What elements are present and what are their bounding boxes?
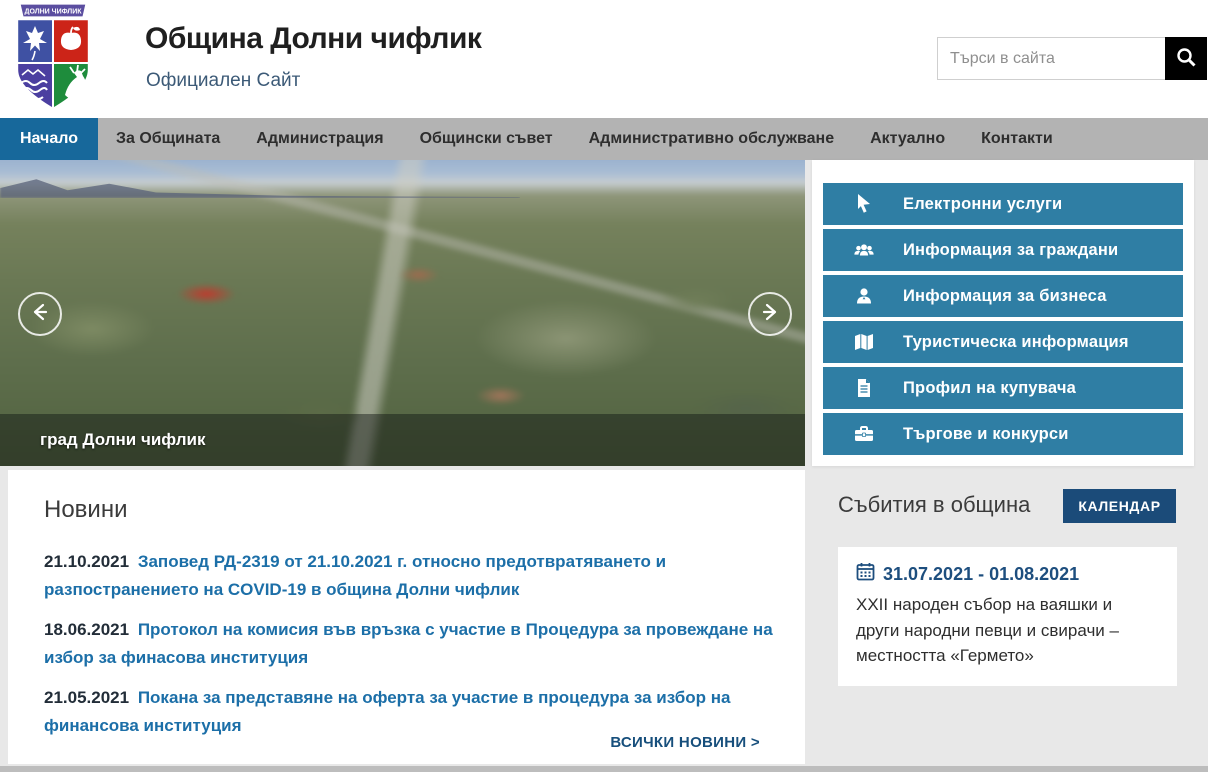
search-icon [1175,46,1197,71]
map-icon [853,331,875,353]
events-title: Събития в община [838,492,1030,518]
briefcase-icon [853,423,875,445]
page-bottom-strip [0,766,1208,772]
slider-next-button[interactable] [748,292,792,336]
news-item: 18.06.2021 Протокол на комисия във връзк… [44,616,774,671]
news-item: 21.10.2021 Заповед РД-2319 от 21.10.2021… [44,548,774,603]
news-date: 21.05.2021 [44,688,129,707]
event-date-row: 31.07.2021 - 01.08.2021 [856,562,1159,586]
search-button[interactable] [1165,37,1207,80]
quick-link-label: Информация за бизнеса [903,287,1107,306]
svg-text:ДОЛНИ ЧИФЛИК: ДОЛНИ ЧИФЛИК [24,9,82,16]
nav-item-administration[interactable]: Администрация [238,118,401,160]
news-date: 18.06.2021 [44,620,129,639]
news-date: 21.10.2021 [44,552,129,571]
header: ДОЛНИ ЧИФЛИК [0,0,1208,118]
main-navigation: Начало За Общината Администрация Общинск… [0,118,1208,160]
calendar-icon [856,562,875,586]
news-item: 21.05.2021 Покана за представяне на офер… [44,684,774,739]
news-section: Новини 21.10.2021 Заповед РД-2319 от 21.… [8,470,805,764]
quick-link-label: Туристическа информация [903,333,1129,352]
quick-link-label: Търгове и конкурси [903,425,1069,444]
event-description: XXII народен събор на ваяшки и други нар… [856,592,1159,669]
quick-link-tourist-info[interactable]: Туристическа информация [823,321,1183,363]
quick-link-buyer-profile[interactable]: Профил на купувача [823,367,1183,409]
document-icon [853,377,875,399]
quick-links-panel: Електронни услуги Информация за граждани… [812,160,1194,466]
page-title: Община Долни чифлик [145,22,481,56]
all-news-link[interactable]: ВСИЧКИ НОВИНИ > [610,734,760,751]
event-card[interactable]: 31.07.2021 - 01.08.2021 XXII народен съб… [838,547,1177,686]
site-search [937,37,1207,80]
nav-item-council[interactable]: Общински съвет [402,118,571,160]
quick-link-tenders[interactable]: Търгове и конкурси [823,413,1183,455]
quick-link-eservices[interactable]: Електронни услуги [823,183,1183,225]
page-subtitle: Официален Сайт [146,70,300,92]
cursor-icon [853,193,875,215]
hero-slider: град Долни чифлик [0,160,805,466]
nav-item-news[interactable]: Актуално [852,118,963,160]
quick-link-business-info[interactable]: Информация за бизнеса [823,275,1183,317]
event-date-range: 31.07.2021 - 01.08.2021 [883,564,1079,585]
hero-caption: град Долни чифлик [40,430,205,450]
news-list: 21.10.2021 Заповед РД-2319 от 21.10.2021… [44,548,774,752]
arrow-right-icon [759,301,781,328]
quick-link-label: Информация за граждани [903,241,1118,260]
users-icon [853,239,875,261]
calendar-button[interactable]: КАЛЕНДАР [1063,489,1176,523]
quick-link-label: Профил на купувача [903,379,1076,398]
user-icon [853,285,875,307]
nav-item-home[interactable]: Начало [0,118,98,160]
news-title: Новини [44,496,128,524]
municipality-coat-of-arms-logo: ДОЛНИ ЧИФЛИК [8,2,98,119]
nav-item-services[interactable]: Административно обслужване [571,118,853,160]
slider-prev-button[interactable] [18,292,62,336]
arrow-left-icon [29,301,51,328]
nav-item-about[interactable]: За Общината [98,118,238,160]
quick-link-citizens-info[interactable]: Информация за граждани [823,229,1183,271]
news-link[interactable]: Покана за представяне на оферта за участ… [44,688,730,735]
search-input[interactable] [937,37,1165,80]
nav-item-contacts[interactable]: Контакти [963,118,1071,160]
quick-link-label: Електронни услуги [903,195,1062,214]
news-link[interactable]: Протокол на комисия във връзка с участие… [44,620,773,667]
hero-caption-bar: град Долни чифлик [0,414,805,466]
news-link[interactable]: Заповед РД-2319 от 21.10.2021 г. относно… [44,552,666,599]
